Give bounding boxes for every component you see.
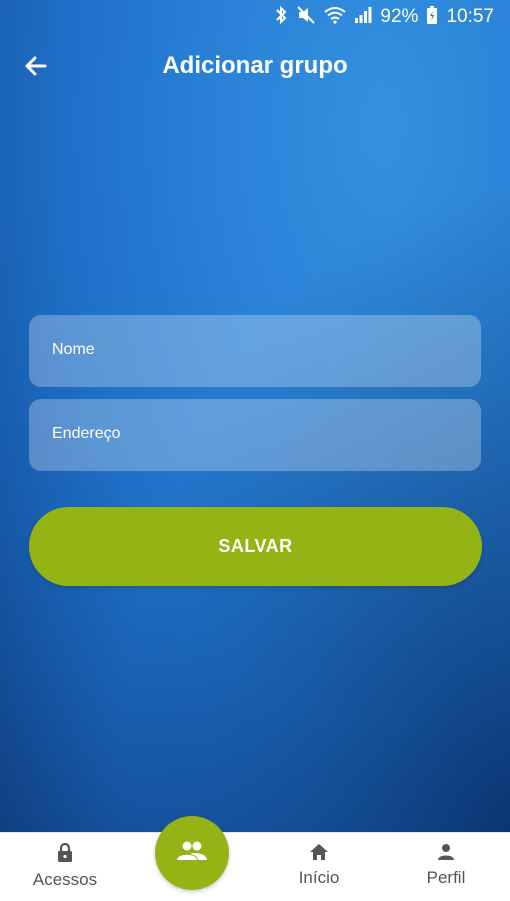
save-button[interactable]: SALVAR	[29, 507, 482, 586]
page-title-text: Adicionar grupo	[162, 52, 348, 79]
name-field[interactable]: Nome	[29, 315, 481, 387]
wifi-icon	[324, 6, 347, 29]
nav-item-perfil[interactable]: Perfil	[396, 843, 496, 888]
groups-fab[interactable]	[155, 816, 229, 890]
group-icon	[176, 840, 208, 867]
nav-item-acessos[interactable]: Acessos	[15, 842, 115, 890]
bluetooth-icon	[274, 5, 288, 30]
address-field-placeholder: Endereço	[52, 425, 121, 442]
name-field-placeholder: Nome	[52, 341, 95, 358]
app-bar: Adicionar grupo	[0, 34, 510, 98]
address-field[interactable]: Endereço	[29, 399, 481, 471]
nav-item-label: Início	[298, 868, 340, 887]
clock: 10:57	[446, 6, 494, 27]
app-background: 92% 10:57 Adicionar grupo Nome Endereço …	[0, 0, 510, 832]
nav-item-label: Perfil	[426, 868, 466, 887]
nav-item-label: Acessos	[32, 870, 98, 889]
battery-icon	[426, 5, 438, 30]
home-icon	[309, 844, 329, 865]
bottom-nav: Acessos Início Perfil	[0, 832, 510, 901]
signal-icon	[354, 6, 372, 29]
nav-item-inicio[interactable]: Início	[269, 843, 369, 888]
mute-icon	[296, 5, 316, 30]
page-title: Adicionar grupo	[0, 52, 510, 80]
status-bar: 92% 10:57	[0, 0, 510, 34]
person-icon	[437, 844, 455, 865]
lock-icon	[56, 842, 74, 867]
battery-percent: 92%	[380, 6, 419, 27]
save-button-label: SALVAR	[218, 536, 293, 556]
